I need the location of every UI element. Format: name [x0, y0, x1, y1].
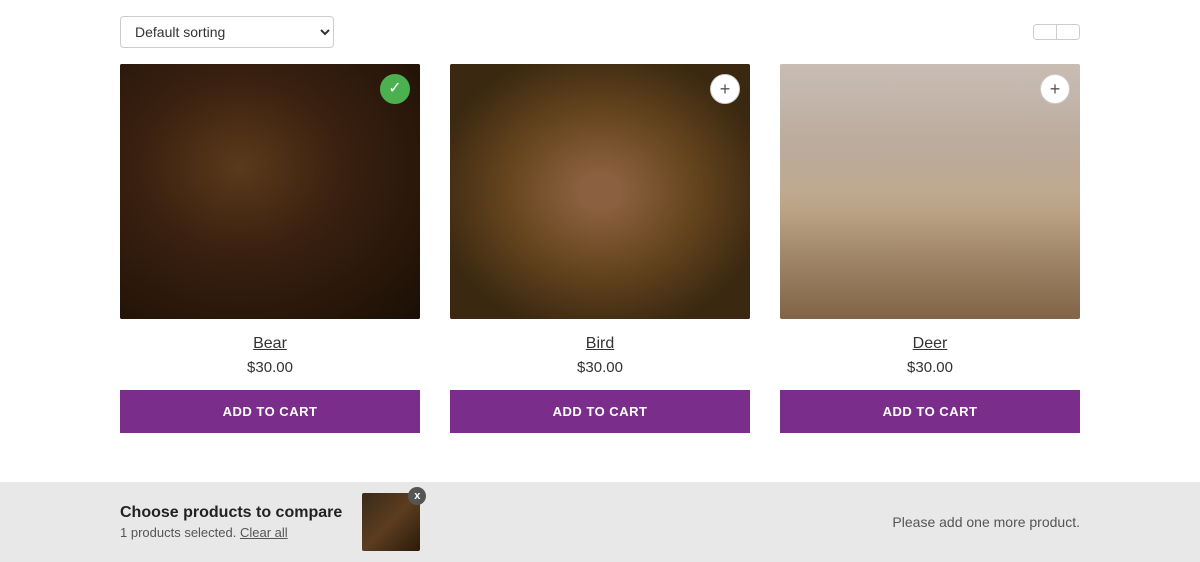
product-card-deer: + Deer $30.00 ADD TO CART: [780, 64, 1080, 433]
compare-remove-button-bear[interactable]: x: [408, 487, 426, 505]
product-name-bird[interactable]: Bird: [586, 335, 614, 353]
sorting-select[interactable]: Default sortingSort by price: low to hig…: [120, 16, 334, 48]
compare-selected-count: 1 products selected.: [120, 525, 236, 540]
compare-button-bird[interactable]: +: [710, 74, 740, 104]
product-price-deer: $30.00: [907, 359, 953, 376]
compare-clear-link[interactable]: Clear all: [240, 525, 288, 540]
compare-product-thumb-bear: x: [362, 493, 420, 551]
product-image-wrapper-bear: ✓: [120, 64, 420, 319]
view-toggles: [1033, 24, 1080, 40]
product-name-bear[interactable]: Bear: [253, 335, 287, 353]
add-to-cart-button-bear[interactable]: ADD TO CART: [120, 390, 420, 433]
product-card-bird: + Bird $30.00 ADD TO CART: [450, 64, 750, 433]
compare-bar-message: Please add one more product.: [892, 514, 1080, 530]
grid-view-button[interactable]: [1057, 25, 1079, 39]
products-grid: ✓ Bear $30.00 ADD TO CART + Bird $30.00 …: [0, 64, 1200, 453]
add-to-cart-button-bird[interactable]: ADD TO CART: [450, 390, 750, 433]
product-image-deer: [780, 64, 1080, 319]
product-name-deer[interactable]: Deer: [913, 335, 948, 353]
product-price-bear: $30.00: [247, 359, 293, 376]
product-card-bear: ✓ Bear $30.00 ADD TO CART: [120, 64, 420, 433]
product-image-bird: [450, 64, 750, 319]
product-price-bird: $30.00: [577, 359, 623, 376]
product-image-wrapper-deer: +: [780, 64, 1080, 319]
toolbar: Default sortingSort by price: low to hig…: [0, 0, 1200, 64]
compare-button-deer[interactable]: +: [1040, 74, 1070, 104]
add-to-cart-button-deer[interactable]: ADD TO CART: [780, 390, 1080, 433]
compare-bar-text: Choose products to compare 1 products se…: [120, 504, 342, 540]
compare-bar: Choose products to compare 1 products se…: [0, 482, 1200, 562]
compare-button-bear[interactable]: ✓: [380, 74, 410, 104]
list-view-button[interactable]: [1034, 25, 1057, 39]
compare-bar-sub: 1 products selected. Clear all: [120, 525, 342, 540]
compare-bar-title: Choose products to compare: [120, 504, 342, 522]
product-image-bear: [120, 64, 420, 319]
product-image-wrapper-bird: +: [450, 64, 750, 319]
